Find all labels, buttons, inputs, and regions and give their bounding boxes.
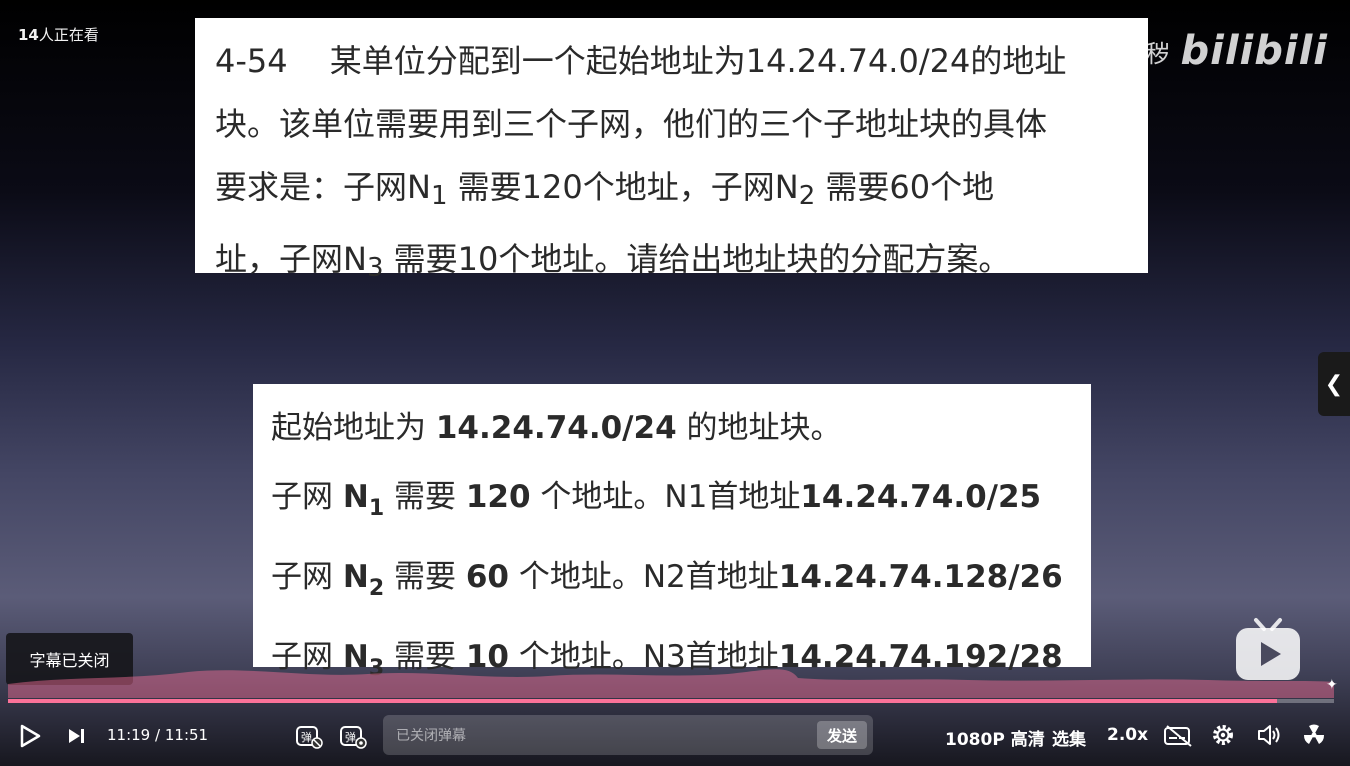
- chevron-left-icon: ❮: [1324, 371, 1344, 397]
- volume-button[interactable]: [1255, 722, 1283, 748]
- bilibili-logo: bilibili: [1180, 28, 1328, 74]
- question-line-2: 块。该单位需要用到三个子网，他们的三个子地址块的具体: [215, 105, 1048, 143]
- svg-text:弹: 弹: [301, 730, 312, 744]
- danmaku-settings-button[interactable]: 弹: [338, 722, 368, 750]
- answer-row-n1: 子网 N1 需要 120 个地址。N1首地址14.24.74.0/25: [271, 479, 1042, 521]
- question-card: 4-54 某单位分配到一个起始地址为14.24.74.0/24的地址 块。该单位…: [195, 18, 1148, 283]
- answer-card: 起始地址为 14.24.74.0/24 的地址块。 子网 N1 需要 120 个…: [253, 384, 1091, 681]
- speed-button[interactable]: 2.0x: [1107, 725, 1148, 745]
- next-button[interactable]: [64, 724, 88, 748]
- control-bar: 11:19 / 11:51 弹 弹 发送 1080P 高清 选集 2.0x: [0, 706, 1350, 766]
- send-button[interactable]: 发送: [817, 721, 867, 749]
- quality-button[interactable]: 1080P 高清: [945, 725, 1045, 750]
- next-icon: [69, 729, 80, 743]
- volume-icon: [1258, 725, 1271, 745]
- question-line-4: 址，子网N3 需要10个地址。请给出地址块的分配方案。: [215, 240, 1011, 283]
- answer-row-n2: 子网 N2 需要 60 个地址。N2首地址14.24.74.128/26: [271, 559, 1063, 601]
- danmaku-input-box: 发送: [383, 715, 873, 757]
- side-panel-toggle[interactable]: ❮: [1318, 352, 1350, 416]
- progress-handle-icon[interactable]: ✦: [1326, 677, 1342, 693]
- progress-fill: [8, 699, 1277, 703]
- danmaku-input[interactable]: [383, 715, 818, 757]
- settings-button[interactable]: [1210, 722, 1236, 748]
- total-time: 11:51: [164, 726, 209, 744]
- time-display: 11:19 / 11:51: [107, 726, 208, 744]
- danmaku-toggle-button[interactable]: 弹: [294, 722, 324, 750]
- fullscreen-button[interactable]: [1300, 722, 1328, 748]
- current-time: 11:19: [107, 726, 151, 744]
- answer-row-start: 起始地址为 14.24.74.0/24 的地址块。: [271, 410, 842, 446]
- question-line-3: 要求是：子网N1 需要120个地址，子网N2 需要60个地: [215, 168, 995, 211]
- subtitle-button[interactable]: [1162, 724, 1194, 748]
- progress-bar[interactable]: [8, 699, 1334, 703]
- play-button[interactable]: [16, 722, 44, 750]
- episodes-button[interactable]: 选集: [1052, 725, 1086, 750]
- viewers-count: 14人正在看: [18, 26, 99, 44]
- play-icon: [20, 724, 41, 748]
- question-line-1: 4-54 某单位分配到一个起始地址为14.24.74.0/24的地址: [215, 42, 1067, 80]
- time-separator: /: [155, 726, 161, 744]
- svg-text:弹: 弹: [345, 730, 356, 744]
- danmaku-heatmap: [8, 669, 1334, 698]
